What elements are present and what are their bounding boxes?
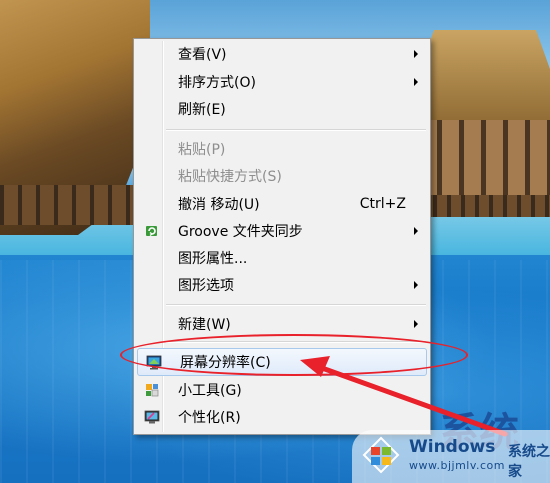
windows-logo-icon bbox=[362, 436, 400, 474]
watermark-brand: Windows bbox=[409, 437, 496, 457]
annotation-arrow bbox=[300, 356, 508, 437]
watermark-url: www.bjjmlv.com bbox=[409, 459, 505, 472]
watermark-suffix: 系统之家 bbox=[508, 444, 550, 480]
